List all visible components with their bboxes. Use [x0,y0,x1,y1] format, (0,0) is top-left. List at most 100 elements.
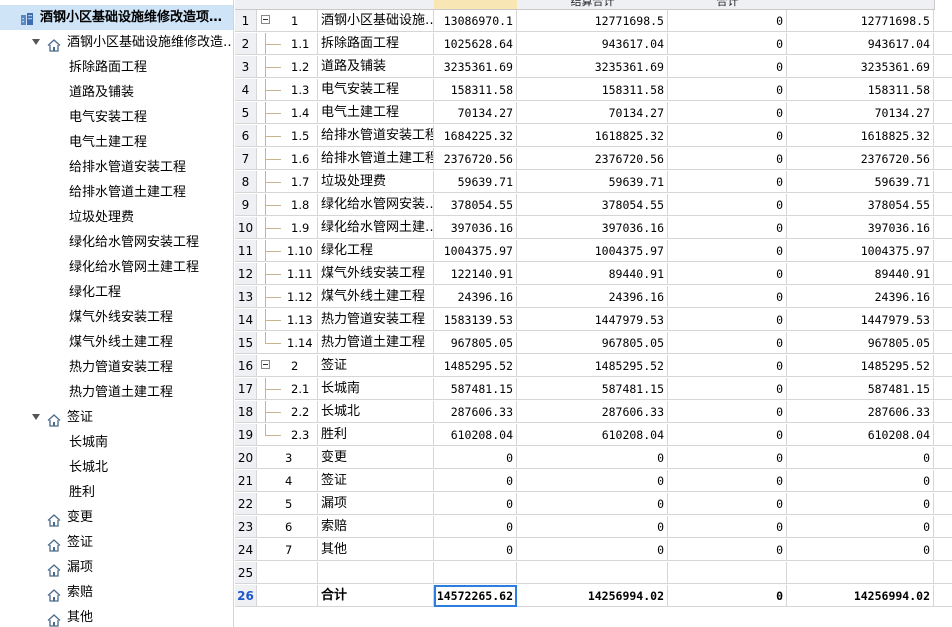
total-cell[interactable]: 0 [668,263,787,285]
value-cell[interactable]: 24396.16 [434,286,517,308]
table-row[interactable]: 17 2.1 长城南 587481.15 587481.15 0 587481.15 [235,378,952,401]
filler-cell[interactable] [934,516,952,538]
tree-code-cell[interactable] [257,562,318,584]
settlement-total-cell[interactable]: 397036.16 [517,217,668,239]
tree-code-cell[interactable]: 1.8 [257,194,318,216]
tree-node-item[interactable]: 垃圾处理费 [0,205,233,230]
value-cell[interactable]: 0 [787,470,934,492]
tree-node-item[interactable]: 长城北 [0,455,233,480]
tree-code-cell[interactable] [257,585,318,607]
total-cell[interactable]: 0 [668,240,787,262]
value-cell[interactable]: 1447979.53 [787,309,934,331]
table-row[interactable]: 19 2.3 胜利 610208.04 610208.04 0 610208.04 [235,424,952,447]
total-cell[interactable]: 0 [668,148,787,170]
item-name[interactable]: 绿化工程 [318,240,434,262]
tree-node-item[interactable]: 煤气外线安装工程 [0,305,233,330]
item-name[interactable]: 电气安装工程 [318,79,434,101]
tree-node-item[interactable]: 热力管道土建工程 [0,380,233,405]
filler-cell[interactable] [934,10,952,32]
table-row[interactable]: 7 1.6 给排水管道土建工程 2376720.56 2376720.56 0 237672… [235,148,952,171]
settlement-total-cell[interactable]: 0 [517,516,668,538]
value-cell[interactable]: 1485295.52 [434,355,517,377]
caret-down-icon[interactable] [32,414,40,420]
value-cell[interactable]: 3235361.69 [787,56,934,78]
cost-summary-grid[interactable]: 结算合计 合计 1 1 酒钢小区基础设施… 13086970.1 12771698.5 0 12… [235,0,952,627]
value-cell[interactable]: 1684225.32 [434,125,517,147]
total-cell[interactable]: 0 [668,539,787,561]
value-cell[interactable]: 1025628.64 [434,33,517,55]
value-cell[interactable]: 397036.16 [434,217,517,239]
tree-code-cell[interactable]: 1.12 [257,286,318,308]
tree-code-cell[interactable]: 7 [257,539,318,561]
tree-node-item[interactable]: 绿化给水管网安装工程 [0,230,233,255]
item-name[interactable]: 煤气外线土建工程 [318,286,434,308]
value-cell[interactable]: 122140.91 [434,263,517,285]
tree-root[interactable]: 酒钢小区基础设施维修改造项… [0,5,233,30]
item-name[interactable]: 给排水管道土建工程 [318,148,434,170]
value-cell[interactable] [434,562,517,584]
table-row[interactable]: 13 1.12 煤气外线土建工程 24396.16 24396.16 0 24396.16 [235,286,952,309]
filler-cell[interactable] [934,102,952,124]
item-name[interactable]: 签证 [318,355,434,377]
tree-node-item[interactable]: 道路及铺装 [0,80,233,105]
total-cell[interactable]: 0 [668,309,787,331]
filler-cell[interactable] [934,562,952,584]
table-row[interactable]: 1 1 酒钢小区基础设施… 13086970.1 12771698.5 0 12771698… [235,10,952,33]
value-cell[interactable]: 610208.04 [434,424,517,446]
total-cell[interactable]: 0 [668,125,787,147]
tree-node-item[interactable]: 拆除路面工程 [0,55,233,80]
table-row[interactable]: 12 1.11 煤气外线安装工程 122140.91 89440.91 0 89440.91 [235,263,952,286]
table-row[interactable]: 18 2.2 长城北 287606.33 287606.33 0 287606.33 [235,401,952,424]
tree-node-other[interactable]: 变更 [0,505,233,530]
settlement-total-cell[interactable]: 967805.05 [517,332,668,354]
item-name[interactable]: 其他 [318,539,434,561]
total-cell[interactable]: 0 [668,286,787,308]
value-cell[interactable]: 59639.71 [434,171,517,193]
value-cell[interactable] [787,562,934,584]
column-header[interactable]: 合计 [668,0,788,10]
table-row[interactable]: 15 1.14 热力管道土建工程 967805.05 967805.05 0 967805.… [235,332,952,355]
tree-code-cell[interactable]: 1.9 [257,217,318,239]
value-cell[interactable]: 59639.71 [787,171,934,193]
tree-code-cell[interactable]: 6 [257,516,318,538]
item-name[interactable]: 漏项 [318,493,434,515]
total-cell[interactable]: 0 [668,516,787,538]
filler-cell[interactable] [934,424,952,446]
table-row[interactable]: 6 1.5 给排水管道安装工程 1684225.32 1618825.32 0 161882… [235,125,952,148]
value-cell[interactable]: 0 [787,539,934,561]
value-cell[interactable]: 0 [434,516,517,538]
tree-node-item[interactable]: 长城南 [0,430,233,455]
value-cell[interactable]: 1004375.97 [434,240,517,262]
tree-code-cell[interactable]: 1.3 [257,79,318,101]
filler-cell[interactable] [934,493,952,515]
value-cell[interactable]: 1618825.32 [787,125,934,147]
settlement-total-cell[interactable]: 59639.71 [517,171,668,193]
total-row[interactable]: 26 合计 14572265.62 14256994.02 0 14256994.02 [235,585,952,608]
value-cell[interactable]: 378054.55 [434,194,517,216]
filler-cell[interactable] [934,539,952,561]
total-cell[interactable]: 0 [668,355,787,377]
column-header[interactable] [787,0,935,10]
tree-code-cell[interactable]: 1.14 [257,332,318,354]
filler-cell[interactable] [934,470,952,492]
value-cell[interactable]: 0 [434,447,517,469]
tree-code-cell[interactable]: 4 [257,470,318,492]
filler-cell[interactable] [934,332,952,354]
value-cell[interactable]: 2376720.56 [787,148,934,170]
tree-node-other[interactable]: 其他 [0,605,233,627]
value-cell[interactable]: 12771698.5 [787,10,934,32]
settlement-total-cell[interactable]: 158311.58 [517,79,668,101]
settlement-total-cell[interactable]: 89440.91 [517,263,668,285]
tree-node-other[interactable]: 漏项 [0,555,233,580]
tree-code-cell[interactable]: 1.1 [257,33,318,55]
caret-down-icon[interactable] [32,39,40,45]
column-header[interactable]: 结算合计 [517,0,669,10]
total-cell[interactable]: 0 [668,217,787,239]
table-row[interactable]: 21 4 签证 0 0 0 0 [235,470,952,493]
item-name[interactable]: 签证 [318,470,434,492]
tree-code-cell[interactable]: 2.1 [257,378,318,400]
value-cell[interactable]: 967805.05 [787,332,934,354]
tree-code-cell[interactable]: 5 [257,493,318,515]
filler-cell[interactable] [934,194,952,216]
tree-node-other[interactable]: 签证 [0,530,233,555]
